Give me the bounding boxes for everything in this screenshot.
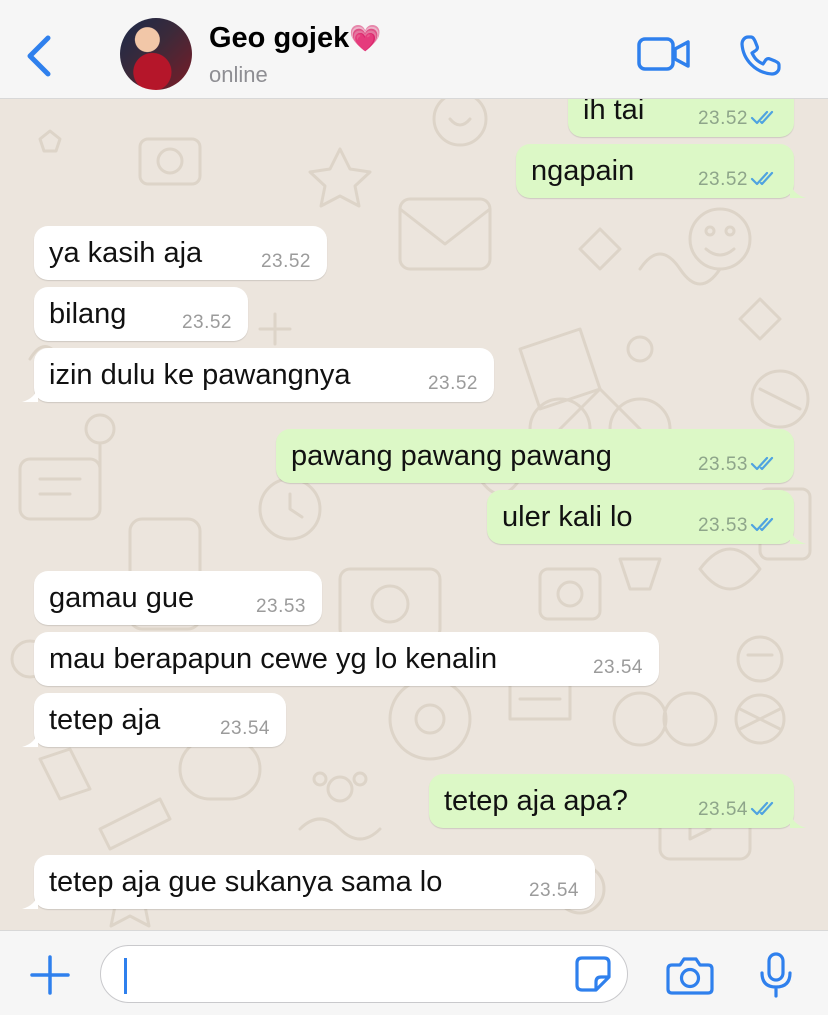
incoming-message[interactable]: tetep aja gue sukanya sama lo 23.54 bbox=[22, 855, 595, 909]
message-text: mau berapapun cewe yg lo kenalin bbox=[49, 643, 498, 675]
message-text: uler kali lo bbox=[502, 501, 633, 533]
read-ticks-icon bbox=[750, 456, 774, 471]
bubble-tail bbox=[790, 528, 806, 544]
bubble-tail bbox=[22, 893, 38, 909]
message-text: tetep aja bbox=[49, 704, 161, 736]
outgoing-message[interactable]: ih tai 23.52 bbox=[568, 99, 794, 137]
camera-icon bbox=[666, 957, 714, 995]
incoming-message[interactable]: gamau gue 23.53 bbox=[34, 571, 322, 625]
message-time: 23.52 bbox=[181, 312, 232, 333]
message-text: ih tai bbox=[583, 99, 645, 126]
message-text: tetep aja gue sukanya sama lo bbox=[49, 866, 443, 898]
bubble-tail bbox=[22, 731, 38, 747]
bubble-tail bbox=[22, 386, 38, 402]
message-input[interactable] bbox=[100, 945, 628, 1003]
message-time: 23.54 bbox=[592, 657, 643, 678]
text-caret bbox=[124, 958, 127, 994]
heart-emoji: 💗 bbox=[349, 23, 382, 53]
message-text: tetep aja apa? bbox=[444, 785, 628, 817]
message-time: 23.53 bbox=[697, 454, 748, 475]
message-text: gamau gue bbox=[49, 582, 195, 614]
outgoing-message[interactable]: uler kali lo 23.53 bbox=[487, 490, 806, 544]
message-text: pawang pawang pawang bbox=[291, 440, 612, 472]
video-camera-icon bbox=[637, 37, 690, 71]
incoming-message[interactable]: tetep aja 23.54 bbox=[22, 693, 286, 747]
read-ticks-icon bbox=[750, 171, 774, 186]
voice-message-button[interactable] bbox=[758, 951, 794, 999]
read-ticks-icon bbox=[750, 801, 774, 816]
contact-name[interactable]: Geo gojek💗 bbox=[209, 22, 382, 55]
message-text: ngapain bbox=[531, 155, 635, 187]
phone-icon bbox=[740, 35, 781, 76]
chevron-left-icon bbox=[27, 35, 51, 77]
message-time: 23.52 bbox=[697, 169, 748, 190]
message-text: ya kasih aja bbox=[49, 237, 203, 269]
read-ticks-icon bbox=[750, 110, 774, 125]
camera-button[interactable] bbox=[666, 955, 714, 995]
contact-avatar[interactable] bbox=[120, 18, 192, 90]
chat-area[interactable]: ih tai 23.52 ngapain 23.52 ya kasih aja … bbox=[0, 99, 828, 930]
bubble-tail bbox=[790, 182, 806, 198]
incoming-message[interactable]: ya kasih aja 23.52 bbox=[34, 226, 327, 280]
attach-button[interactable] bbox=[28, 953, 72, 997]
microphone-icon bbox=[760, 952, 792, 998]
message-text: izin dulu ke pawangnya bbox=[49, 359, 351, 391]
incoming-message[interactable]: izin dulu ke pawangnya 23.52 bbox=[22, 348, 494, 402]
message-time: 23.52 bbox=[260, 251, 311, 272]
read-ticks-icon bbox=[750, 517, 774, 532]
outgoing-message[interactable]: tetep aja apa? 23.54 bbox=[429, 774, 806, 828]
message-time: 23.54 bbox=[528, 880, 579, 901]
sticker-icon bbox=[575, 956, 611, 992]
back-button[interactable] bbox=[22, 32, 58, 80]
incoming-message[interactable]: bilang 23.52 bbox=[34, 287, 248, 341]
contact-status: online bbox=[209, 62, 268, 87]
plus-icon bbox=[30, 955, 70, 995]
bubble-tail bbox=[790, 812, 806, 828]
message-time: 23.53 bbox=[697, 515, 748, 536]
message-time: 23.54 bbox=[697, 799, 748, 820]
outgoing-message[interactable]: pawang pawang pawang 23.53 bbox=[276, 429, 794, 483]
video-call-button[interactable] bbox=[636, 34, 692, 74]
message-input-bar bbox=[0, 930, 828, 1015]
voice-call-button[interactable] bbox=[736, 32, 784, 80]
contact-name-text: Geo gojek bbox=[209, 22, 350, 54]
message-text: bilang bbox=[49, 298, 127, 330]
chat-header: Geo gojek💗 online bbox=[0, 0, 828, 99]
message-time: 23.54 bbox=[219, 718, 270, 739]
message-time: 23.52 bbox=[697, 108, 748, 129]
outgoing-message[interactable]: ngapain 23.52 bbox=[516, 144, 806, 198]
incoming-message[interactable]: mau berapapun cewe yg lo kenalin 23.54 bbox=[34, 632, 659, 686]
message-time: 23.53 bbox=[255, 596, 306, 617]
sticker-button[interactable] bbox=[574, 955, 612, 993]
message-time: 23.52 bbox=[427, 373, 478, 394]
